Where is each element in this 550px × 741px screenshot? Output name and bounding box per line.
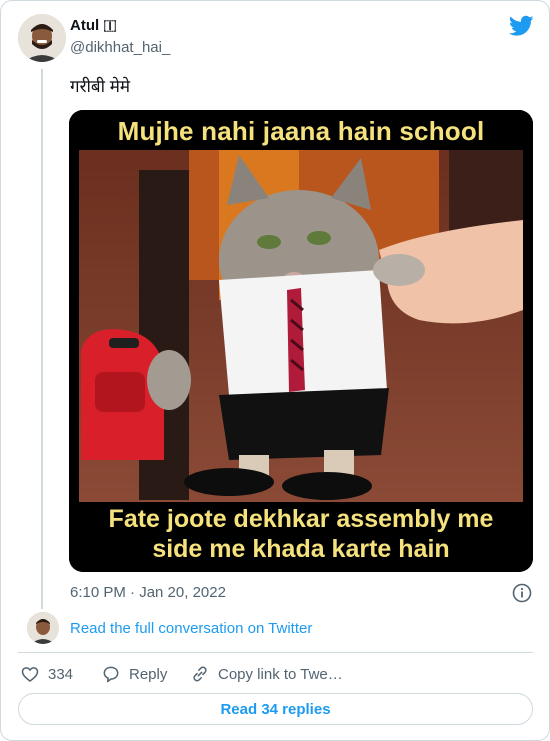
tweet-card: Atul 🇮 @dikhhat_hai_ गरीबी मेमे Mujhe na… — [0, 0, 550, 741]
author-avatar[interactable] — [18, 14, 66, 62]
twitter-bird-icon[interactable] — [508, 15, 534, 37]
conversation-avatar[interactable] — [27, 612, 59, 644]
reply-label: Reply — [129, 665, 168, 683]
tweet-text: गरीबी मेमे — [70, 77, 131, 96]
reply-button[interactable]: Reply — [101, 664, 167, 684]
author-name[interactable]: Atul 🇮 — [70, 17, 117, 34]
meme-illustration — [69, 110, 533, 572]
reply-bubble-icon — [103, 666, 119, 683]
meme-bottom-caption-line1: Fate joote dekhkar assembly me — [108, 505, 494, 533]
meme-bottom-caption: Fate joote dekhkar assembly me side me k… — [69, 504, 533, 564]
read-conversation-link[interactable]: Read the full conversation on Twitter — [70, 620, 312, 637]
like-button[interactable]: 334 — [20, 664, 73, 684]
copy-link-label: Copy link to Twe… — [218, 665, 343, 683]
copy-link-button[interactable]: Copy link to Twe… — [190, 664, 343, 684]
meme-top-caption: Mujhe nahi jaana hain school — [117, 116, 485, 146]
divider — [18, 652, 533, 653]
link-icon — [193, 666, 207, 682]
tweet-media-image[interactable]: Mujhe nahi jaana hain school Fate joote … — [69, 110, 533, 572]
like-count: 334 — [48, 665, 74, 683]
author-handle[interactable]: @dikhhat_hai_ — [70, 39, 170, 56]
info-icon[interactable] — [511, 582, 533, 604]
read-replies-button[interactable]: Read 34 replies — [18, 693, 533, 725]
heart-icon — [21, 667, 39, 683]
thread-connector-line — [41, 69, 43, 609]
tweet-timestamp[interactable]: 6:10 PM · Jan 20, 2022 — [70, 584, 226, 601]
meme-bottom-caption-line2: side me khada karte hain — [152, 535, 450, 563]
